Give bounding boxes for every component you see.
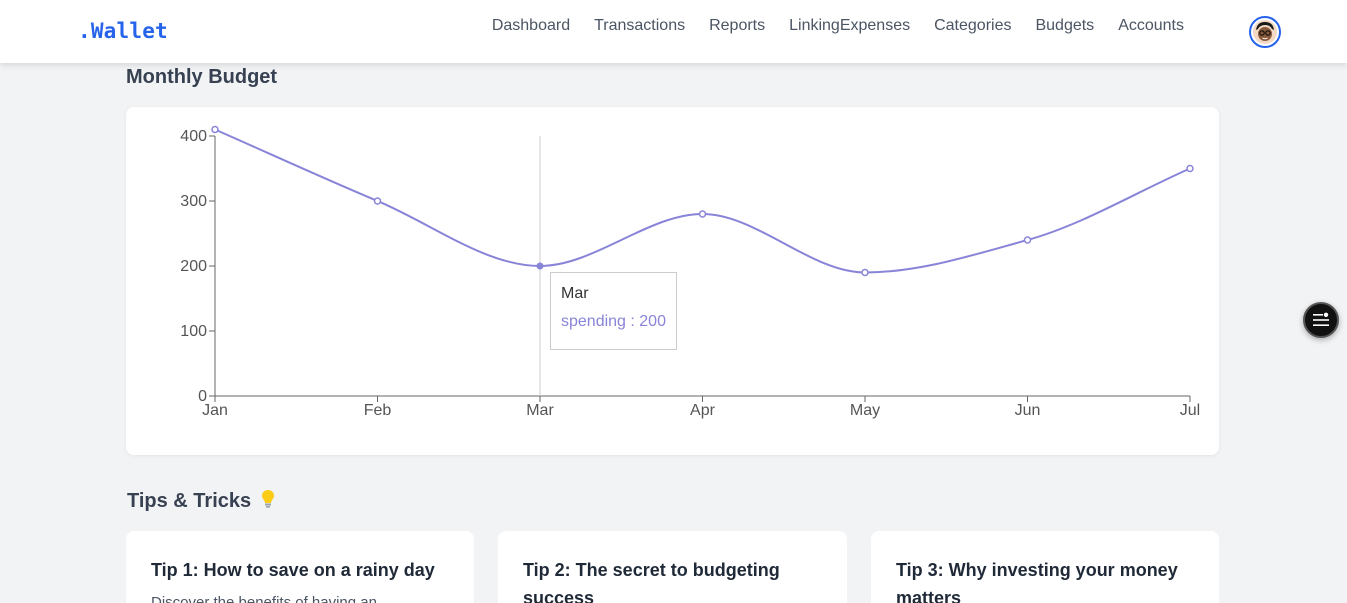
- menu-settings-icon: [1313, 312, 1329, 326]
- nav-link-linking-expenses[interactable]: LinkingExpenses: [789, 17, 910, 35]
- floating-menu-button[interactable]: [1303, 302, 1339, 338]
- tip-card-3[interactable]: Tip 3: Why investing your money matters: [871, 531, 1219, 603]
- data-point: [1023, 236, 1032, 244]
- y-tick-label: 300: [180, 193, 207, 210]
- tip-card-title: Tip 3: Why investing your money matters: [896, 560, 1178, 603]
- nav-links: Dashboard Transactions Reports LinkingEx…: [492, 17, 1184, 35]
- user-avatar[interactable]: [1249, 16, 1281, 48]
- x-tick-label: Jun: [1015, 402, 1041, 419]
- y-tick-label: 200: [180, 258, 207, 275]
- tip-card-text: Discover the benefits of having an: [151, 594, 377, 603]
- navbar: .Wallet Dashboard Transactions Reports L…: [0, 0, 1347, 63]
- tips-title-text: Tips & Tricks: [127, 490, 252, 512]
- data-point: [698, 210, 707, 218]
- data-point: [373, 197, 382, 205]
- x-tick-label: Apr: [690, 402, 716, 419]
- x-tick-label: Mar: [526, 402, 554, 419]
- x-tick-label: Feb: [364, 402, 392, 419]
- nav-link-categories[interactable]: Categories: [934, 17, 1011, 35]
- tip-card-title: Tip 1: How to save on a rainy day: [151, 560, 435, 580]
- tip-card-1[interactable]: Tip 1: How to save on a rainy day Discov…: [126, 531, 474, 603]
- nav-link-transactions[interactable]: Transactions: [594, 17, 685, 35]
- lightbulb-icon: [261, 490, 274, 508]
- tooltip-title: Mar: [561, 285, 589, 302]
- x-tick-label: May: [850, 402, 880, 419]
- budget-chart-card: 0 100 200 300 400 Jan Feb Mar Apr May Jun Jul Mar s…: [126, 107, 1219, 455]
- tip-card-title: Tip 2: The secret to budgeting success: [523, 560, 780, 603]
- series-line-spending: [214, 128, 1191, 274]
- y-tick-label: 100: [180, 323, 207, 340]
- y-tick-label: 400: [180, 128, 207, 145]
- nav-link-budgets[interactable]: Budgets: [1035, 17, 1094, 35]
- tips-section-title: Tips & Tricks: [127, 489, 275, 513]
- user-avatar-icon: [1253, 20, 1277, 44]
- tip-card-2[interactable]: Tip 2: The secret to budgeting success: [498, 531, 847, 603]
- x-tick-label: Jan: [202, 402, 228, 419]
- nav-link-reports[interactable]: Reports: [709, 17, 765, 35]
- data-point: [1186, 164, 1194, 173]
- data-point: [211, 125, 219, 134]
- nav-link-accounts[interactable]: Accounts: [1118, 17, 1184, 35]
- chart-tooltip: Mar spending : 200: [550, 272, 677, 350]
- nav-link-dashboard[interactable]: Dashboard: [492, 17, 570, 35]
- x-tick-label: Jul: [1180, 402, 1200, 419]
- data-point: [861, 268, 869, 277]
- brand-logo[interactable]: .Wallet: [78, 19, 168, 43]
- active-data-point: [536, 262, 544, 270]
- tooltip-value: spending : 200: [561, 313, 666, 330]
- monthly-budget-title: Monthly Budget: [126, 66, 278, 88]
